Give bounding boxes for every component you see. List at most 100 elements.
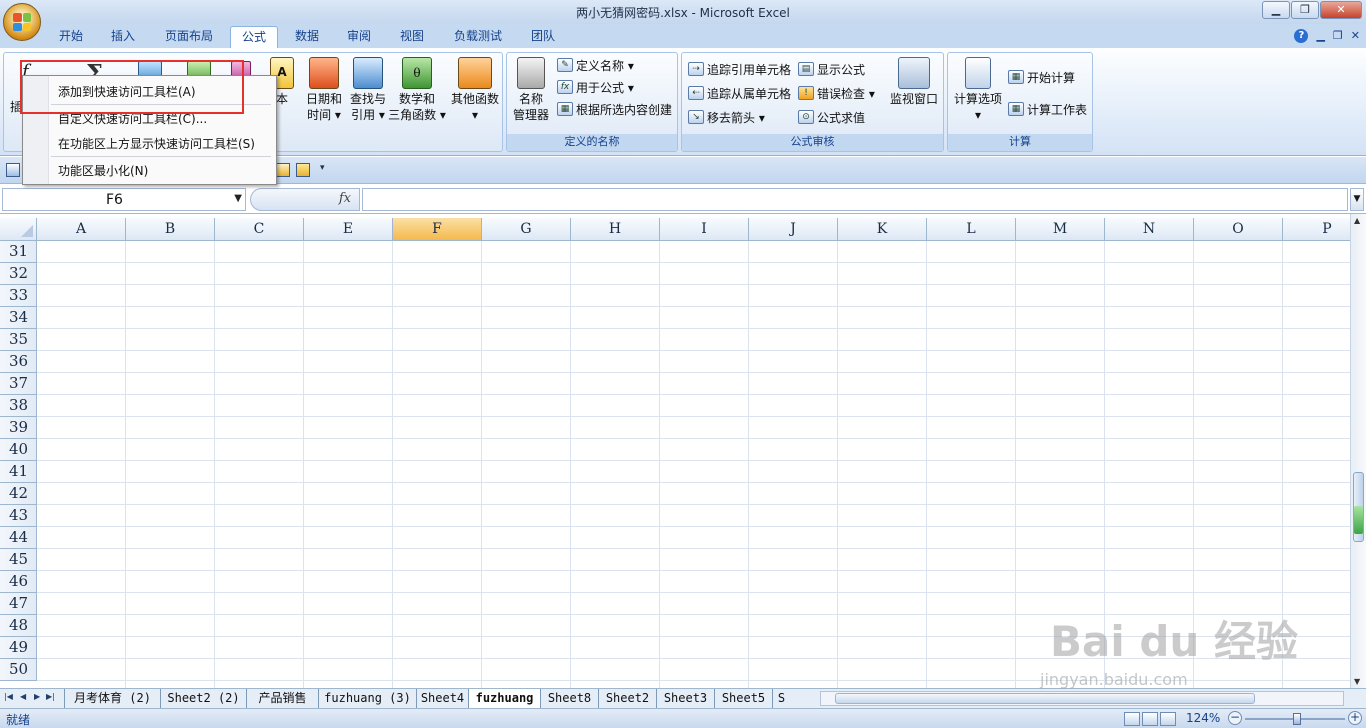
row-header-41[interactable]: 41 (0, 461, 37, 483)
row-header-33[interactable]: 33 (0, 285, 37, 307)
tab-formulas[interactable]: 公式 (230, 26, 278, 49)
row-header-32[interactable]: 32 (0, 263, 37, 285)
column-header-F[interactable]: F (393, 218, 482, 241)
row-header-48[interactable]: 48 (0, 615, 37, 637)
column-header-K[interactable]: K (838, 218, 927, 241)
formula-expand-icon[interactable]: ▼ (1350, 188, 1364, 211)
ribbon-close-icon[interactable]: ✕ (1351, 29, 1360, 43)
datetime-button[interactable]: 日期和 时间 ▾ (300, 57, 348, 123)
open-folder-icon[interactable] (296, 163, 310, 177)
save-icon[interactable] (6, 163, 20, 177)
row-header-31[interactable]: 31 (0, 241, 37, 263)
row-header-49[interactable]: 49 (0, 637, 37, 659)
show-formulas-button[interactable]: ▤ 显示公式 (798, 59, 865, 79)
ribbon-restore-icon[interactable]: ❐ (1333, 29, 1343, 43)
calculation-options-button[interactable]: 计算选项 ▾ (950, 57, 1006, 123)
formula-input[interactable] (362, 188, 1348, 211)
sheet-tab[interactable]: S (772, 689, 790, 708)
row-header-45[interactable]: 45 (0, 549, 37, 571)
menu-show-qat-above[interactable]: 在功能区上方显示快速访问工具栏(S) (58, 135, 255, 152)
page-break-view-icon[interactable] (1160, 712, 1176, 726)
column-header-M[interactable]: M (1016, 218, 1105, 241)
minimize-button[interactable]: ▁ (1262, 1, 1290, 19)
page-layout-view-icon[interactable] (1142, 712, 1158, 726)
row-header-44[interactable]: 44 (0, 527, 37, 549)
column-header-J[interactable]: J (749, 218, 838, 241)
fx-button[interactable]: fx (339, 191, 351, 206)
define-name-button[interactable]: ✎ 定义名称 ▾ (557, 55, 634, 75)
last-sheet-icon[interactable]: ▶| (46, 692, 55, 701)
trace-precedents-button[interactable]: ⇢ 追踪引用单元格 (688, 59, 791, 79)
lookup-reference-button[interactable]: 查找与 引用 ▾ (344, 57, 392, 123)
tab-insert[interactable]: 插入 (102, 26, 144, 49)
column-header-H[interactable]: H (571, 218, 660, 241)
calculate-sheet-button[interactable]: ▦ 计算工作表 (1008, 99, 1087, 119)
name-manager-button[interactable]: 名称 管理器 (509, 57, 553, 123)
row-header-42[interactable]: 42 (0, 483, 37, 505)
horizontal-scroll-thumb[interactable] (835, 693, 1255, 704)
more-functions-button[interactable]: 其他函数 ▾ (448, 57, 502, 123)
sheet-tab[interactable]: Sheet4 (416, 689, 468, 708)
calculate-now-button[interactable]: ▦ 开始计算 (1008, 67, 1075, 87)
qat-chart-icon[interactable] (276, 163, 290, 177)
row-header-50[interactable]: 50 (0, 659, 37, 681)
sheet-tab[interactable]: 月考体育 (2) (64, 689, 160, 708)
column-header-I[interactable]: I (660, 218, 749, 241)
ribbon-minimize-icon[interactable]: ▁ (1316, 29, 1324, 43)
zoom-out-icon[interactable]: − (1228, 711, 1242, 725)
math-trig-button[interactable]: θ 数学和 三角函数 ▾ (388, 57, 446, 123)
name-box[interactable]: F6 ▼ (2, 188, 246, 211)
column-header-L[interactable]: L (927, 218, 1016, 241)
scroll-up-icon[interactable]: ▲ (1354, 216, 1360, 225)
close-button[interactable]: ✕ (1320, 1, 1362, 19)
row-header-37[interactable]: 37 (0, 373, 37, 395)
tab-data[interactable]: 数据 (286, 26, 328, 49)
worksheet-grid[interactable]: ABCEFGHIJKLMNOP 31 32 33 34 35 36 37 38 39 40 41 42… (0, 218, 1350, 688)
zoom-in-icon[interactable]: + (1348, 711, 1362, 725)
trace-dependents-button[interactable]: ⇠ 追踪从属单元格 (688, 83, 791, 103)
scroll-down-icon[interactable]: ▼ (1354, 677, 1360, 686)
sheet-tab[interactable]: Sheet2 (598, 689, 656, 708)
zoom-level[interactable]: 124% (1186, 711, 1220, 725)
office-button[interactable] (3, 3, 41, 41)
menu-add-to-qat[interactable]: 添加到快速访问工具栏(A) (58, 83, 196, 100)
row-header-43[interactable]: 43 (0, 505, 37, 527)
zoom-slider-knob[interactable] (1293, 713, 1301, 725)
watch-window-button[interactable]: 监视窗口 (886, 57, 942, 107)
tab-view[interactable]: 视图 (391, 26, 433, 49)
column-header-G[interactable]: G (482, 218, 571, 241)
tab-home[interactable]: 开始 (50, 26, 92, 49)
remove-arrows-button[interactable]: ↘ 移去箭头 ▾ (688, 107, 765, 127)
tab-team[interactable]: 团队 (522, 26, 564, 49)
sheet-tab[interactable]: Sheet8 (540, 689, 598, 708)
tab-review[interactable]: 审阅 (338, 26, 380, 49)
column-header-C[interactable]: C (215, 218, 304, 241)
row-header-34[interactable]: 34 (0, 307, 37, 329)
normal-view-icon[interactable] (1124, 712, 1140, 726)
column-header-A[interactable]: A (37, 218, 126, 241)
maximize-button[interactable]: ❐ (1291, 1, 1319, 19)
row-header-39[interactable]: 39 (0, 417, 37, 439)
error-checking-button[interactable]: ! 错误检查 ▾ (798, 83, 875, 103)
tab-load-test[interactable]: 负载测试 (444, 26, 512, 49)
create-from-selection-button[interactable]: ▦ 根据所选内容创建 (557, 99, 672, 119)
row-header-40[interactable]: 40 (0, 439, 37, 461)
sheet-tab[interactable]: Sheet3 (656, 689, 714, 708)
row-header-46[interactable]: 46 (0, 571, 37, 593)
column-header-P[interactable]: P (1283, 218, 1350, 241)
sheet-tab[interactable]: 产品销售 (246, 689, 318, 708)
column-header-E[interactable]: E (304, 218, 393, 241)
help-icon[interactable]: ? (1294, 29, 1309, 43)
row-header-36[interactable]: 36 (0, 351, 37, 373)
evaluate-formula-button[interactable]: ⊙ 公式求值 (798, 107, 865, 127)
sheet-tab[interactable]: Sheet5 (714, 689, 772, 708)
first-sheet-icon[interactable]: |◀ (4, 692, 13, 701)
tab-page-layout[interactable]: 页面布局 (155, 26, 223, 49)
menu-customize-qat[interactable]: 自定义快速访问工具栏(C)... (58, 110, 207, 127)
select-all-corner[interactable] (0, 218, 37, 241)
sheet-tab[interactable]: Sheet2 (2) (160, 689, 246, 708)
prev-sheet-icon[interactable]: ◀ (20, 692, 26, 701)
column-header-B[interactable]: B (126, 218, 215, 241)
row-header-47[interactable]: 47 (0, 593, 37, 615)
row-header-35[interactable]: 35 (0, 329, 37, 351)
